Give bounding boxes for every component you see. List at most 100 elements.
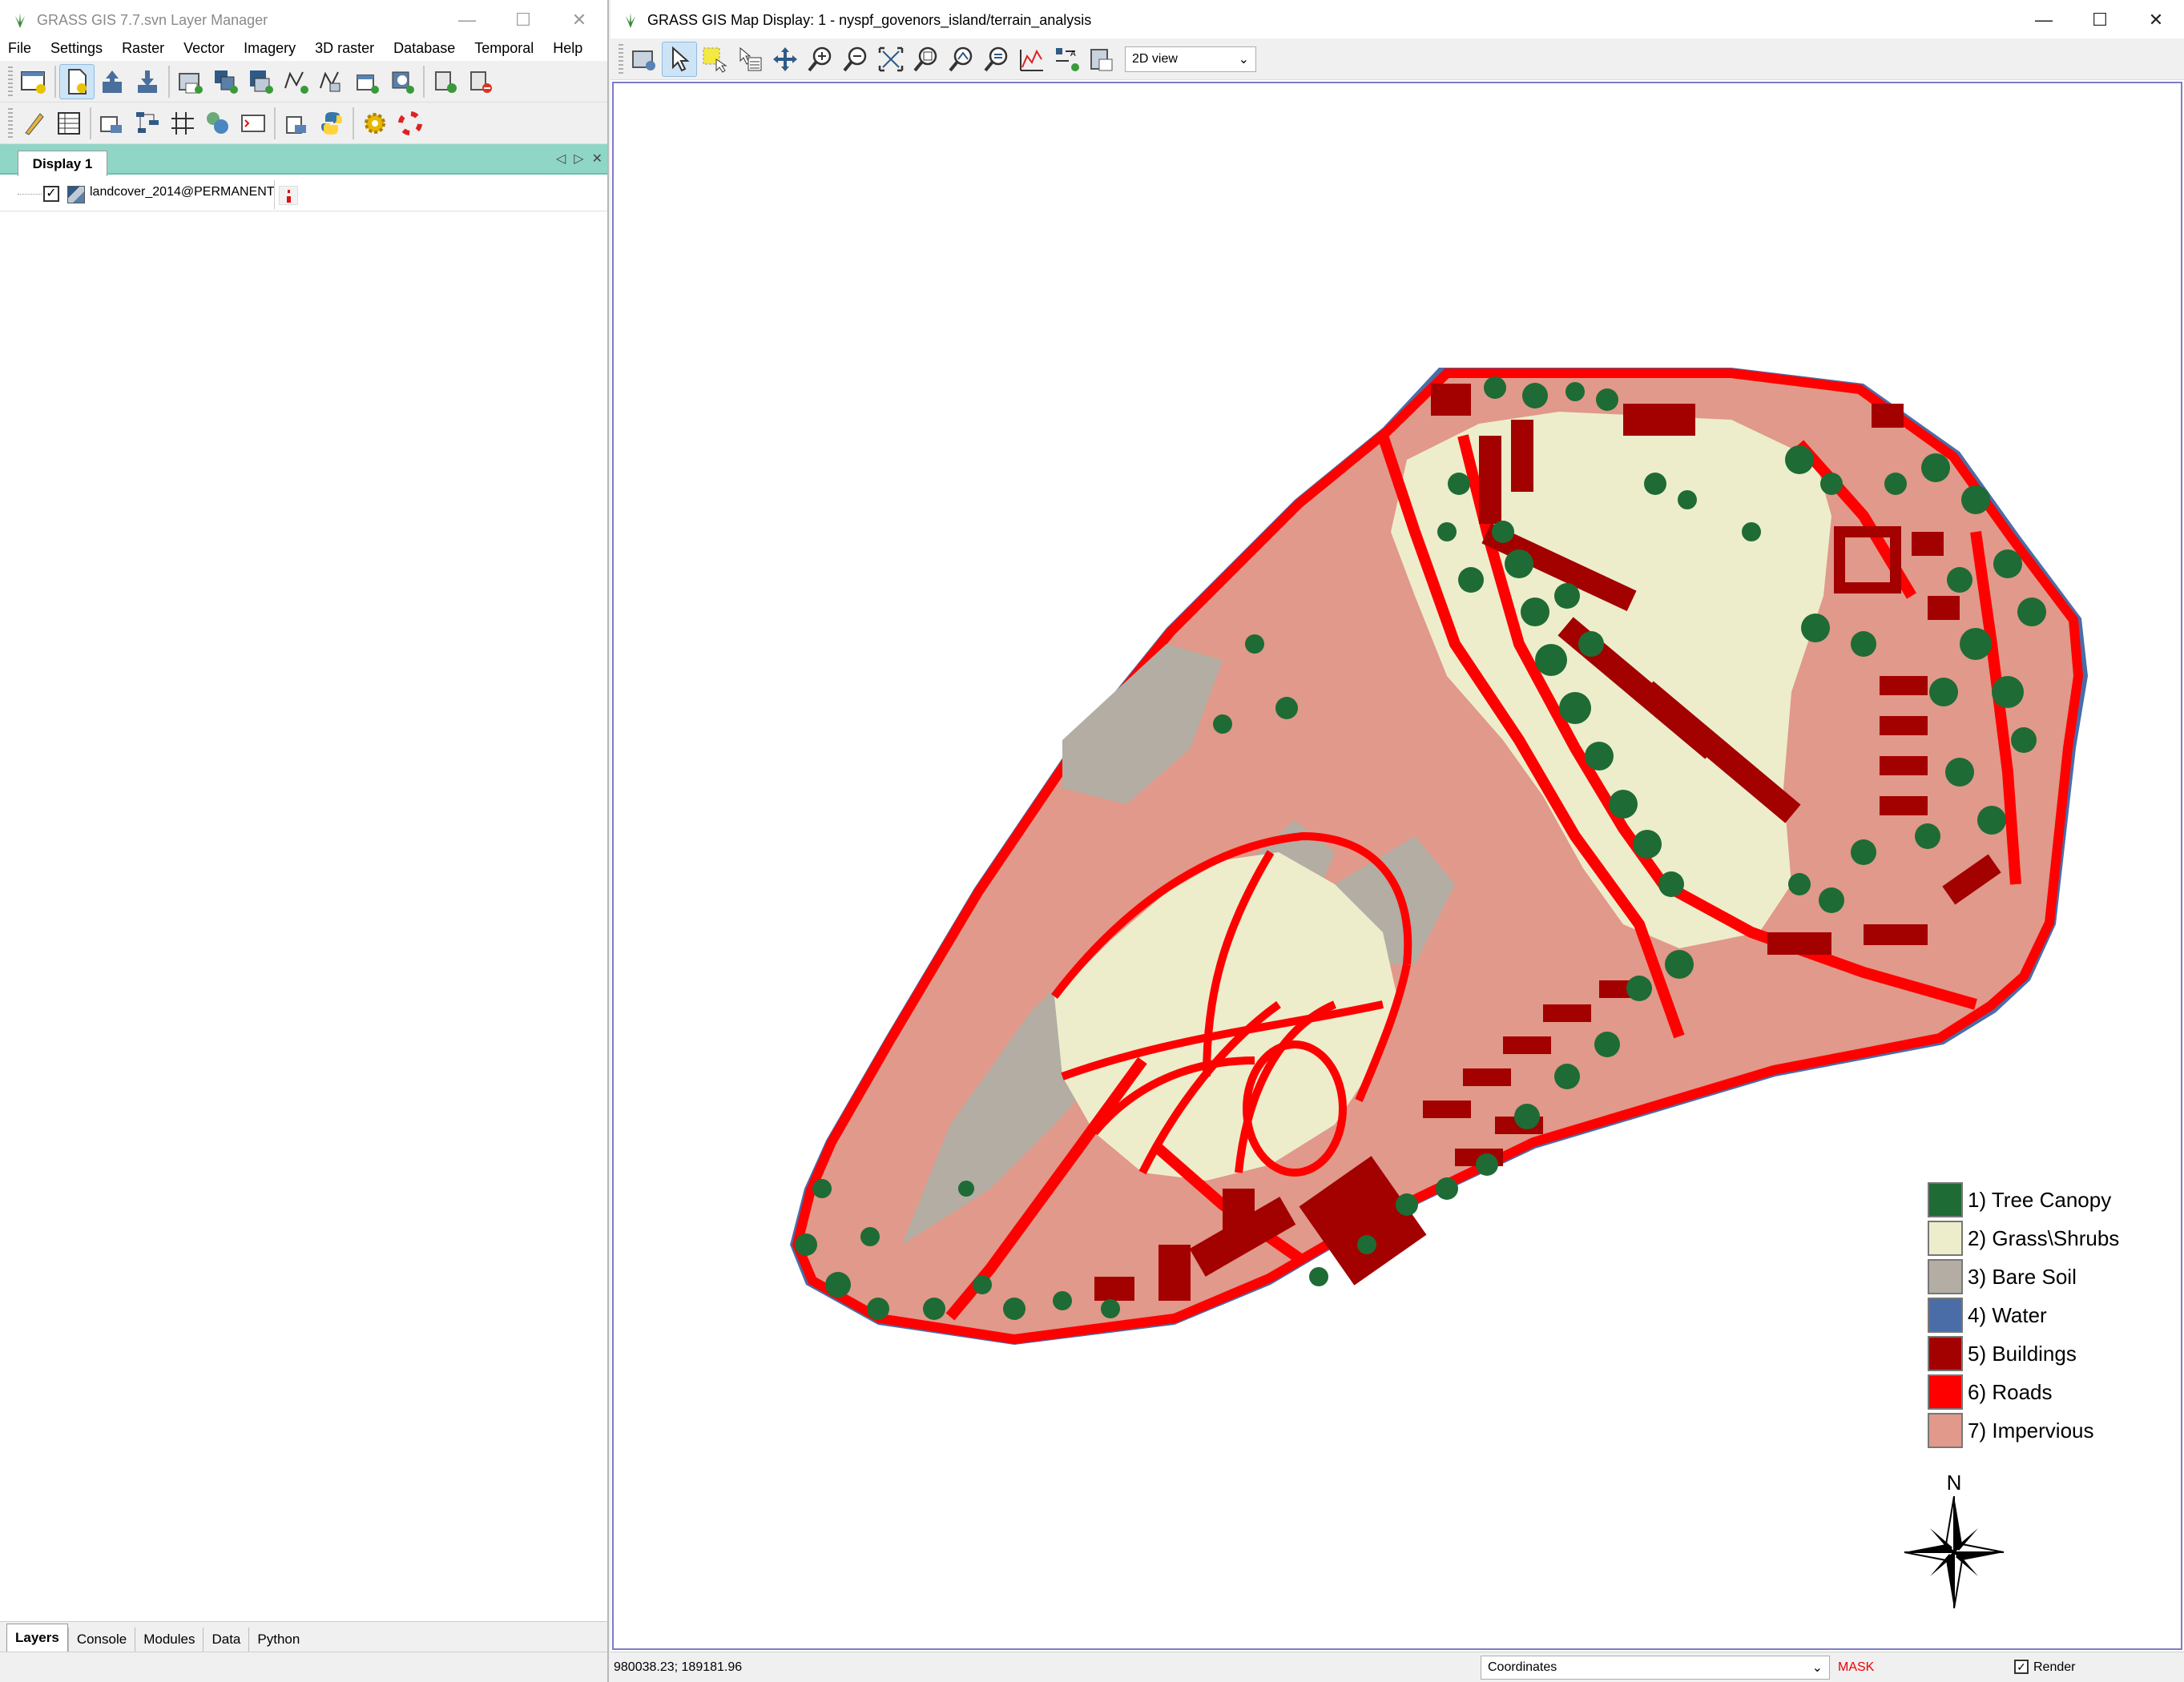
legend-entry: 5) Buildings bbox=[1928, 1334, 2119, 1373]
close-button[interactable]: ✕ bbox=[551, 0, 607, 40]
new-display-button[interactable] bbox=[16, 64, 51, 99]
help-button[interactable] bbox=[393, 106, 428, 141]
cartographic-composer-button[interactable] bbox=[130, 106, 165, 141]
cmd-line-button[interactable] bbox=[236, 106, 271, 141]
tab-layers[interactable]: Layers bbox=[6, 1624, 68, 1652]
bottom-tabs: Layers Console Modules Data Python bbox=[0, 1621, 607, 1652]
zoom-region-icon bbox=[949, 46, 973, 71]
mask-indicator: MASK bbox=[1838, 1660, 1875, 1674]
legend-swatch bbox=[1928, 1336, 1963, 1371]
add-raster-icon bbox=[179, 72, 203, 94]
new-workspace-button[interactable] bbox=[59, 63, 95, 99]
python-button[interactable] bbox=[314, 106, 349, 141]
menu-file[interactable]: File bbox=[8, 40, 31, 58]
statusbar-mode-value: Coordinates bbox=[1488, 1660, 1557, 1674]
vdigit-button[interactable] bbox=[279, 106, 314, 141]
menu-imagery[interactable]: Imagery bbox=[244, 40, 296, 58]
add-grid-button[interactable] bbox=[428, 64, 463, 99]
zoom-menu-button[interactable] bbox=[979, 42, 1014, 77]
minimize-button[interactable]: — bbox=[439, 0, 495, 40]
menu-settings[interactable]: Settings bbox=[50, 40, 103, 58]
save-workspace-icon bbox=[138, 70, 157, 93]
tab-console[interactable]: Console bbox=[67, 1628, 135, 1652]
remove-layer-icon bbox=[470, 70, 492, 93]
tab-python[interactable]: Python bbox=[248, 1628, 308, 1652]
tab-modules[interactable]: Modules bbox=[135, 1628, 203, 1652]
remove-layer-button[interactable] bbox=[463, 64, 498, 99]
attribute-table-button[interactable] bbox=[51, 106, 87, 141]
add-raster-misc-button[interactable] bbox=[244, 64, 279, 99]
graphical-modeler-icon bbox=[100, 115, 122, 133]
zoom-region-button[interactable] bbox=[944, 42, 979, 77]
graphical-modeler-button[interactable] bbox=[95, 106, 130, 141]
layer-properties-icon[interactable] bbox=[279, 186, 298, 205]
tab-next-arrow-icon[interactable]: ▷ bbox=[574, 151, 583, 167]
menu-temporal[interactable]: Temporal bbox=[474, 40, 534, 58]
save-image-button[interactable] bbox=[1085, 42, 1120, 77]
new-workspace-icon bbox=[68, 68, 87, 95]
legend-label: 5) Buildings bbox=[1968, 1341, 2077, 1366]
close-button[interactable]: ✕ bbox=[2128, 0, 2184, 40]
digitizer-button[interactable] bbox=[16, 106, 51, 141]
toolbar-grip bbox=[8, 66, 13, 97]
query-button[interactable] bbox=[697, 42, 732, 77]
toolbar-grip bbox=[619, 43, 623, 74]
layer-visibility-checkbox[interactable]: ✓ bbox=[43, 186, 59, 202]
menu-bar: File Settings Raster Vector Imagery 3D r… bbox=[0, 40, 607, 58]
zoom-in-button[interactable] bbox=[803, 42, 838, 77]
tab-prev-arrow-icon[interactable]: ◁ bbox=[556, 151, 566, 167]
menu-raster[interactable]: Raster bbox=[122, 40, 164, 58]
map-canvas[interactable]: 1) Tree Canopy 2) Grass\Shrubs 3) Bare S… bbox=[612, 82, 2182, 1650]
add-raster-button[interactable] bbox=[173, 64, 208, 99]
toolbar-grip bbox=[8, 107, 13, 139]
add-overlay-icon bbox=[357, 74, 379, 94]
save-workspace-button[interactable] bbox=[130, 64, 165, 99]
render-checkbox[interactable]: ✓ bbox=[2014, 1660, 2029, 1674]
maximize-button[interactable]: ☐ bbox=[495, 0, 551, 40]
add-multiple-rasters-button[interactable] bbox=[208, 64, 244, 99]
layer-tree-row[interactable]: ✓ landcover_2014@PERMANENT bbox=[0, 176, 607, 211]
open-workspace-button[interactable] bbox=[95, 64, 130, 99]
tab-data[interactable]: Data bbox=[203, 1628, 248, 1652]
analyze-button[interactable] bbox=[732, 42, 768, 77]
georectifier-button[interactable] bbox=[165, 106, 200, 141]
minimize-button[interactable]: — bbox=[2016, 0, 2072, 40]
maximize-button[interactable]: ☐ bbox=[2072, 0, 2128, 40]
add-group-button[interactable] bbox=[385, 64, 420, 99]
analyze-map-button[interactable] bbox=[1014, 42, 1050, 77]
zoom-extent-button[interactable] bbox=[909, 42, 944, 77]
menu-3d-raster[interactable]: 3D raster bbox=[315, 40, 374, 58]
display-map-button[interactable] bbox=[627, 42, 662, 77]
grass-logo-icon bbox=[626, 13, 635, 28]
zoom-back-button[interactable] bbox=[873, 42, 909, 77]
menu-database[interactable]: Database bbox=[393, 40, 455, 58]
coordinates-readout: 980038.23; 189181.96 bbox=[614, 1660, 743, 1674]
analyze-icon bbox=[739, 46, 762, 70]
legend-swatch bbox=[1928, 1221, 1963, 1256]
map-legend: 1) Tree Canopy 2) Grass\Shrubs 3) Bare S… bbox=[1928, 1181, 2119, 1450]
add-vector-misc-button[interactable] bbox=[314, 64, 349, 99]
attribute-table-icon bbox=[58, 111, 80, 135]
zoom-out-button[interactable] bbox=[838, 42, 873, 77]
pan-button[interactable] bbox=[768, 42, 803, 77]
menu-help[interactable]: Help bbox=[553, 40, 582, 58]
overlay-button[interactable]: A bbox=[1050, 42, 1085, 77]
grass-logo-icon bbox=[15, 13, 25, 28]
pointer-button[interactable] bbox=[662, 41, 697, 77]
north-arrow-icon: N bbox=[1904, 1472, 2005, 1608]
legend-swatch bbox=[1928, 1182, 1963, 1217]
add-overlay-button[interactable] bbox=[349, 64, 385, 99]
animation-tool-button[interactable] bbox=[200, 106, 236, 141]
menu-vector[interactable]: Vector bbox=[183, 40, 224, 58]
settings-button[interactable] bbox=[357, 106, 393, 141]
view-mode-select[interactable]: 2D view ⌄ bbox=[1125, 46, 1256, 72]
statusbar-mode-select[interactable]: Coordinates ⌄ bbox=[1481, 1656, 1830, 1680]
add-vector-button[interactable] bbox=[279, 64, 314, 99]
zoom-out-icon bbox=[843, 46, 867, 71]
legend-swatch bbox=[1928, 1259, 1963, 1294]
map-display-titlebar: GRASS GIS Map Display: 1 - nyspf_govenor… bbox=[610, 0, 2184, 40]
tab-close-icon[interactable]: ✕ bbox=[592, 151, 602, 167]
help-icon bbox=[398, 111, 422, 135]
tab-display-1[interactable]: Display 1 bbox=[18, 151, 107, 176]
map-toolbar: A 2D view ⌄ bbox=[610, 38, 2184, 80]
